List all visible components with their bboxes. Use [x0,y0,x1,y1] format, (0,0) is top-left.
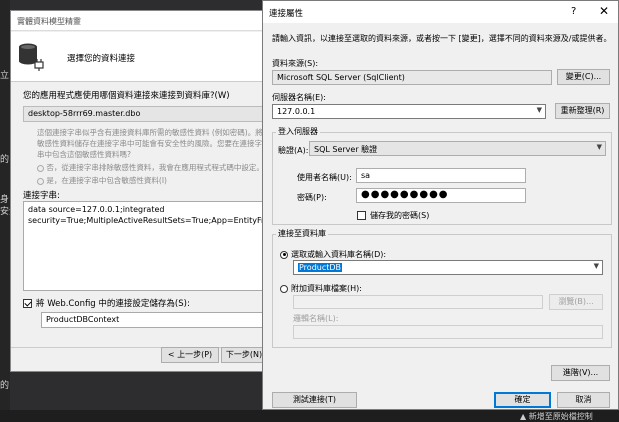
server-combobox[interactable]: 127.0.0.1 ▼ [272,104,546,119]
datasource-field: Microsoft SQL Server (SqlClient) [272,70,552,85]
save-password-label: 儲存我的密碼(S) [370,211,430,220]
server-label: 伺服器名稱(E): [272,93,326,102]
connection-question: 您的應用程式應使用哪個資料連接來連接到資料庫?(W) [23,91,230,101]
attach-db-radio[interactable] [280,284,288,293]
password-label: 密碼(P): [297,193,327,202]
test-connection-button[interactable]: 測試連接(T) [272,392,357,408]
username-label: 使用者名稱(U): [297,173,352,182]
auth-combobox[interactable]: SQL Server 驗證 ▼ [309,141,606,156]
help-icon[interactable]: ? [571,6,576,17]
vs-side-text: 的 [0,155,10,165]
logical-name-input [293,325,603,339]
logical-name-label: 邏輯名稱(L): [293,314,339,323]
close-icon[interactable]: ✕ [599,4,609,18]
vs-side-text: 立 [0,71,10,81]
sensitive-data-notice: 這個連接字串似乎含有連接資料庫所需的敏感性資料 (例如密碼)。將敏感性資料儲存在… [37,127,269,186]
sensitive-yes-radio [37,177,44,185]
wizard-heading: 選擇您的資料連接 [67,54,136,64]
sensitive-no-radio [37,164,44,172]
attach-db-label: 附加資料庫檔案(H): [291,284,362,293]
sensitive-yes-option: 是，在連接字串中包含敏感性資料(I) [37,175,269,186]
password-input[interactable]: ●●●●●●●●● [356,188,526,203]
save-config-label: 將 Web.Config 中的連接設定儲存為(S): [36,299,190,309]
save-password-checkbox[interactable] [357,211,366,220]
cancel-button[interactable]: 取消 [557,392,610,408]
context-name-input[interactable]: ProductDBContext [41,312,269,328]
ok-button[interactable]: 確定 [494,392,551,408]
auth-value: SQL Server 驗證 [314,145,378,154]
vs-side-text: 的 [0,381,10,391]
attach-db-input [293,295,543,309]
database-value: ProductDB [298,263,343,272]
auth-label: 驗證(A): [278,146,309,155]
connection-string-box[interactable]: data source=127.0.0.1;integrated securit… [23,201,269,291]
server-value: 127.0.0.1 [277,107,316,116]
save-config-checkbox[interactable] [23,299,32,308]
sensitive-data-text: 這個連接字串似乎含有連接資料庫所需的敏感性資料 (例如密碼)。將敏感性資料儲存在… [37,128,263,159]
next-button[interactable]: 下一步(N) [221,347,267,363]
select-db-row[interactable]: 選取或輸入資料庫名稱(D): [280,249,386,260]
chevron-down-icon[interactable]: ▼ [597,143,602,151]
connection-string-line: security=True;MultipleActiveResultSets=T… [28,215,268,225]
select-db-label: 選取或輸入資料庫名稱(D): [291,250,387,259]
dialog-title: 連接屬性 [263,1,618,23]
database-combobox[interactable]: ProductDB ▼ [293,260,603,275]
database-group-title: 連接至資料庫 [276,228,328,239]
login-group-title: 登入伺服器 [276,126,320,137]
chevron-down-icon[interactable]: ▼ [537,106,542,114]
save-password-row[interactable]: 儲存我的密碼(S) [357,210,429,221]
datasource-label: 資料來源(S): [272,59,319,68]
advanced-button[interactable]: 進階(V)... [551,365,610,381]
wizard-title: 實體資料模型精靈 [11,11,265,31]
vs-status-text: ▲ 新增至原始檔控制 [520,412,593,421]
dialog-intro: 請輸入資訊，以連接至選取的資料來源，或者按一下 [變更]，選擇不同的資料來源及/… [272,34,612,43]
wizard-window: 實體資料模型精靈 選擇您的資料連接 您的應用程式應使用哪個資料連接來連接到資料庫… [10,10,269,372]
sensitive-no-option: 否，從連接字串排除敏感性資料，我會在應用程式程式碼中設定。 [37,162,269,173]
change-button[interactable]: 變更(C)... [557,69,610,85]
connection-properties-dialog: 連接屬性 ? ✕ 請輸入資訊，以連接至選取的資料來源，或者按一下 [變更]，選擇… [262,0,619,410]
save-config-row[interactable]: 將 Web.Config 中的連接設定儲存為(S): [23,297,190,309]
previous-button[interactable]: < 上一步(P) [161,347,219,363]
refresh-button[interactable]: 重新整理(R) [555,103,610,119]
connection-string-label: 連接字串: [23,191,60,201]
select-db-radio[interactable] [280,250,288,259]
connection-dropdown[interactable]: desktop-58rrr69.master.dbo [23,106,269,122]
database-icon [19,43,44,71]
browse-button: 瀏覽(B)... [549,294,603,310]
username-input[interactable]: sa [356,168,526,183]
wizard-header: 選擇您的資料連接 [11,32,265,82]
chevron-down-icon[interactable]: ▼ [594,262,599,270]
connection-string-line: data source=127.0.0.1;integrated [28,205,165,214]
attach-db-row[interactable]: 附加資料庫檔案(H): [280,283,362,294]
